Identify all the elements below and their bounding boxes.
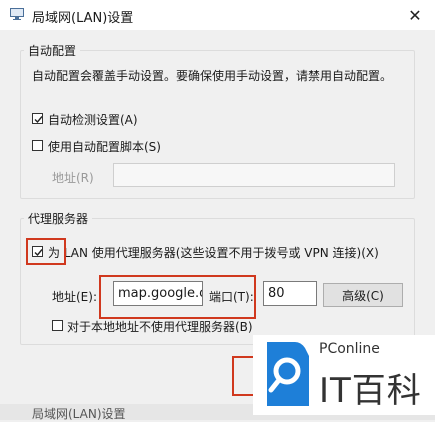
- brand-cn: IT百科: [319, 371, 422, 411]
- script-address-field[interactable]: [113, 163, 395, 187]
- advanced-button[interactable]: 高级(C): [323, 283, 403, 307]
- window-title: 局域网(LAN)设置: [32, 11, 134, 26]
- network-adapter-icon: [10, 8, 24, 20]
- use-proxy-highlight: [26, 238, 66, 265]
- proxy-address-label: 地址(E):: [52, 290, 97, 304]
- magnifier-logo-icon: [267, 342, 309, 406]
- checkmark-icon: [34, 116, 43, 124]
- brand-en: PConline: [319, 341, 380, 357]
- bypass-local-label[interactable]: 对于本地地址不使用代理服务器(B): [67, 318, 253, 335]
- proxy-group-title: 代理服务器: [24, 210, 93, 227]
- auto-detect-label[interactable]: 自动检测设置(A): [48, 111, 138, 128]
- port-label: 端口(T):: [209, 290, 254, 304]
- use-script-checkbox[interactable]: [32, 140, 43, 151]
- title-bar: 局域网(LAN)设置 ✕: [0, 0, 435, 30]
- port-field[interactable]: 80: [263, 281, 317, 306]
- background-window-title: 局域网(LAN)设置: [32, 407, 126, 421]
- auto-config-description: 自动配置会覆盖手动设置。要确保使用手动设置，请禁用自动配置。: [32, 69, 393, 83]
- auto-config-group-title: 自动配置: [24, 42, 81, 59]
- close-icon: ✕: [408, 5, 422, 25]
- watermark-logo: PConline IT百科: [253, 335, 435, 415]
- use-script-label[interactable]: 使用自动配置脚本(S): [48, 138, 161, 155]
- use-proxy-label[interactable]: 为 LAN 使用代理服务器(这些设置不用于拨号或 VPN 连接)(X): [48, 244, 379, 261]
- script-address-label: 地址(R): [52, 171, 94, 185]
- auto-detect-checkbox[interactable]: [32, 113, 43, 124]
- close-button[interactable]: ✕: [395, 0, 435, 30]
- bypass-local-checkbox[interactable]: [52, 320, 63, 331]
